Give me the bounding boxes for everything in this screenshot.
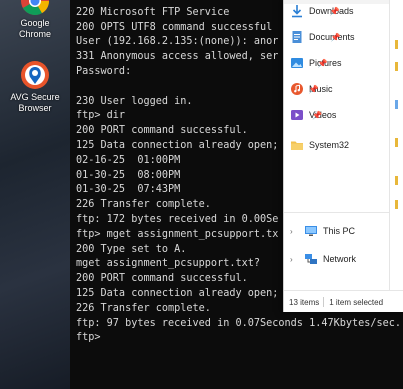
videos-icon [291,110,303,120]
chevron-right-icon[interactable]: › [290,227,300,236]
music-icon [291,83,303,95]
chrome-icon [21,0,49,15]
nav-item-documents[interactable]: Documents 📌 [290,26,355,48]
nav-item-label: This PC [323,226,356,236]
nav-item-label: Network [323,254,357,264]
pin-icon[interactable]: 📌 [330,7,340,16]
nav-item-music[interactable]: Music 📌 [290,78,333,100]
nav-item-label: System32 [309,140,350,150]
desktop-label-line1: Google [20,18,50,28]
folder-icon [291,141,303,150]
nav-item-videos[interactable]: Videos 📌 [290,104,336,126]
folder-edge-icon [395,176,398,185]
pin-icon[interactable]: 📌 [309,85,319,94]
desktop-shortcut-chrome[interactable]: Google Chrome [2,0,68,40]
status-selection: 1 item selected [329,297,384,307]
status-item-count: 13 items [289,297,320,307]
status-bar: 13 items 1 item selected [284,290,403,313]
desktop-label-line2: Chrome [18,29,51,39]
nav-divider [284,212,389,213]
download-arrow-icon [292,5,302,18]
desktop: Google Chrome AVG Secure Browser [0,0,70,389]
nav-item-pictures[interactable]: Pictures 📌 [290,52,342,74]
terminal-line: ftp: 97 bytes received in 0.07Seconds 1.… [76,317,402,329]
file-edge-icon [395,100,398,109]
chevron-right-icon[interactable]: › [290,255,300,264]
folder-edge-icon [395,200,398,209]
nav-item-network[interactable]: › Network [290,248,356,270]
folder-edge-icon [395,138,398,147]
pictures-icon [291,58,303,68]
file-list-pane[interactable] [389,0,403,290]
folder-edge-icon [395,40,398,49]
avg-browser-icon [21,61,49,89]
terminal-line: ftp> [76,332,101,344]
folder-edge-icon [395,62,398,71]
network-icon [305,254,317,264]
desktop-label-line1: AVG Secure [10,92,60,102]
nav-item-downloads[interactable]: Downloads 📌 [290,0,354,22]
documents-icon [292,31,302,43]
navigation-pane[interactable]: Downloads 📌 Documents 📌 Pictures 📌 Music… [284,0,389,290]
nav-item-system32[interactable]: System32 [290,134,349,156]
file-explorer-window[interactable]: Downloads 📌 Documents 📌 Pictures 📌 Music… [283,0,403,312]
computer-icon [305,226,317,236]
desktop-shortcut-avg-browser[interactable]: AVG Secure Browser [2,60,68,114]
pin-icon[interactable]: 📌 [312,111,322,120]
nav-item-this-pc[interactable]: › This PC [290,220,355,242]
pin-icon[interactable]: 📌 [318,59,328,68]
pin-icon[interactable]: 📌 [331,33,341,42]
desktop-label-line2: Browser [18,103,52,113]
